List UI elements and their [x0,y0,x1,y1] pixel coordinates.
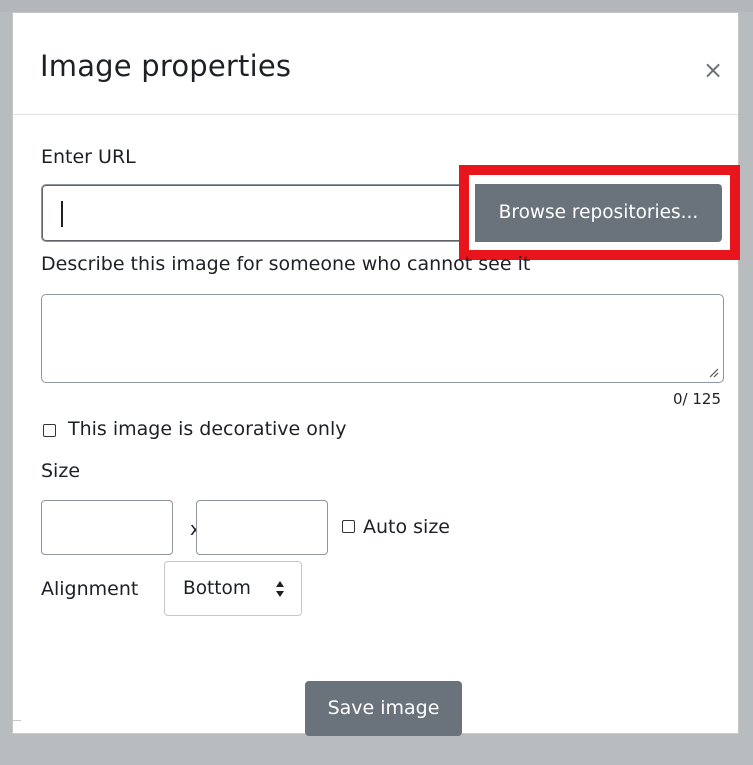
alignment-selected-value: Bottom [183,578,251,599]
close-icon: × [702,56,724,84]
size-label: Size [41,460,81,482]
width-input[interactable] [41,500,173,555]
alt-text-label: Describe this image for someone who cann… [41,253,531,275]
alignment-label: Alignment [41,578,139,600]
dialog-header: Image properties × [13,13,738,115]
close-button[interactable]: × [701,55,725,85]
alignment-select[interactable]: Bottom [164,561,302,616]
decorative-label: This image is decorative only [68,418,347,440]
alt-text-textarea[interactable] [41,294,724,383]
text-caret [61,201,63,227]
modal-backdrop [0,0,753,12]
auto-size-checkbox[interactable] [342,520,355,533]
sort-arrows-icon [276,581,284,597]
browse-repositories-button[interactable]: Browse repositories... [475,184,722,242]
auto-size-label: Auto size [363,516,450,538]
decorative-checkbox[interactable] [43,424,56,437]
url-input[interactable] [41,184,461,242]
resize-grip-icon[interactable] [709,368,719,378]
image-properties-dialog: Image properties × Enter URL Browse repo… [12,12,740,736]
height-input[interactable] [196,500,328,555]
dialog-title: Image properties [40,49,292,83]
url-label: Enter URL [41,146,136,168]
footer-divider [13,720,21,721]
character-counter: 0/ 125 [673,390,721,408]
save-image-button[interactable]: Save image [305,681,462,736]
